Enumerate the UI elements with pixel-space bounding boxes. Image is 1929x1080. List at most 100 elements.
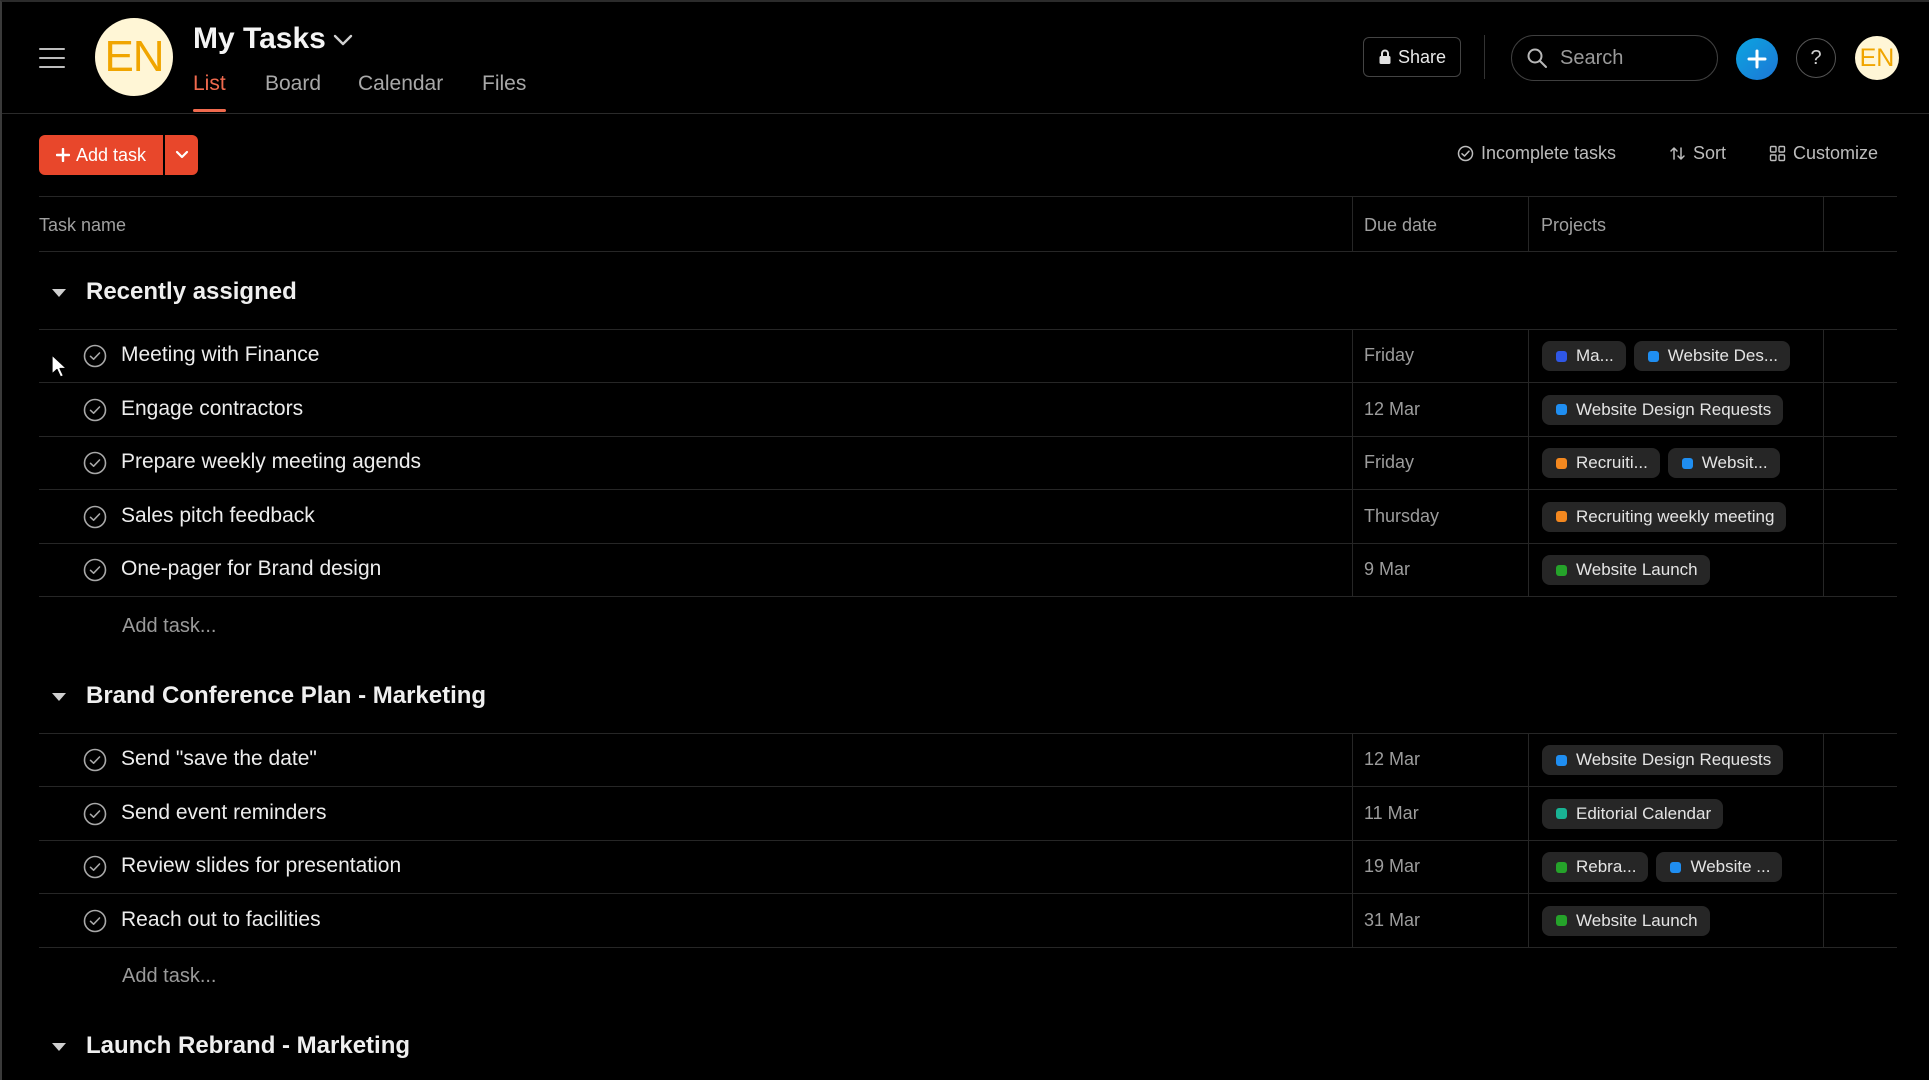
project-tag[interactable]: Recruiti... (1542, 448, 1660, 478)
complete-task-icon[interactable] (83, 855, 107, 879)
project-tag[interactable]: Website Launch (1542, 905, 1710, 936)
task-row[interactable]: Review slides for presentation 19 Mar Rebr… (39, 840, 1897, 894)
add-task-inline[interactable]: Add task... (122, 615, 217, 638)
add-task-inline[interactable]: Add task... (122, 965, 217, 988)
task-projects: Recruiting weekly meeting (1542, 501, 1787, 532)
task-row[interactable]: Prepare weekly meeting agends Friday Recru… (39, 436, 1897, 490)
chevron-down-icon[interactable] (332, 32, 354, 48)
task-name[interactable]: Prepare weekly meeting agends (121, 450, 421, 474)
mouse-pointer-icon (51, 354, 68, 378)
task-name[interactable]: Meeting with Finance (121, 343, 319, 367)
create-button[interactable] (1736, 38, 1778, 80)
task-projects: Recruiti... Websit... (1542, 448, 1780, 478)
table-top-border (39, 196, 1897, 197)
project-tag[interactable]: Ma... (1542, 341, 1626, 371)
complete-task-icon[interactable] (83, 398, 107, 422)
task-row[interactable]: Reach out to facilities 31 Mar Website Lau… (39, 894, 1897, 948)
grid-icon (1769, 145, 1786, 162)
tab-board[interactable]: Board (265, 72, 321, 96)
task-name[interactable]: Review slides for presentation (121, 854, 401, 878)
column-header-due-date[interactable]: Due date (1364, 215, 1437, 236)
project-tag[interactable]: Editorial Calendar (1542, 798, 1724, 829)
tab-list[interactable]: List (193, 72, 226, 112)
task-name[interactable]: Send "save the date" (121, 747, 317, 771)
task-name[interactable]: Engage contractors (121, 397, 303, 421)
tab-files[interactable]: Files (482, 72, 526, 96)
collapse-section-icon[interactable] (51, 287, 67, 299)
collapse-section-icon[interactable] (51, 1041, 67, 1053)
complete-task-icon[interactable] (83, 748, 107, 772)
section-title[interactable]: Launch Rebrand - Marketing (86, 1032, 410, 1060)
project-tag-label: Website Des... (1667, 346, 1779, 365)
task-row[interactable]: One-pager for Brand design 9 Mar Website L… (39, 543, 1897, 597)
sort-button[interactable]: Sort (1669, 143, 1726, 164)
column-header-projects[interactable]: Projects (1541, 215, 1606, 236)
task-row[interactable]: Send event reminders 11 Mar Editorial Cale… (39, 787, 1897, 841)
complete-task-icon[interactable] (83, 802, 107, 826)
task-due-date[interactable]: Friday (1364, 452, 1414, 473)
task-row[interactable]: Sales pitch feedback Thursday Recruiting w… (39, 490, 1897, 544)
plus-icon (55, 148, 70, 162)
plus-icon (1747, 49, 1767, 69)
hamburger-menu-icon[interactable] (39, 48, 65, 70)
task-due-date[interactable]: 9 Mar (1364, 559, 1410, 580)
project-tag-label: Website Design Requests (1576, 750, 1772, 769)
project-color-dot (1556, 808, 1567, 819)
add-task-button[interactable]: Add task (39, 135, 163, 175)
user-avatar[interactable]: EN (1855, 36, 1899, 80)
project-color-dot (1647, 350, 1659, 362)
task-row[interactable]: Engage contractors 12 Mar Website Design R… (39, 383, 1897, 437)
add-task-dropdown-button[interactable] (165, 135, 198, 175)
project-color-dot (1556, 564, 1567, 576)
incomplete-tasks-filter[interactable]: Incomplete tasks (1457, 143, 1616, 164)
project-tag[interactable]: Websit... (1667, 448, 1780, 478)
sort-icon (1670, 147, 1685, 160)
project-tag[interactable]: Recruiting weekly meeting (1542, 501, 1787, 532)
task-due-date[interactable]: 11 Mar (1364, 803, 1419, 824)
search-input[interactable]: Search (1511, 35, 1718, 81)
column-header-task-name[interactable]: Task name (39, 215, 126, 236)
help-button[interactable]: ? (1796, 38, 1836, 78)
task-due-date[interactable]: 12 Mar (1364, 399, 1420, 420)
project-color-dot (1556, 754, 1567, 766)
project-tag[interactable]: Website Launch (1542, 555, 1710, 585)
share-label: Share (1397, 46, 1447, 67)
section-title[interactable]: Recently assigned (86, 278, 297, 306)
project-tag[interactable]: Website Design Requests (1542, 745, 1784, 775)
task-due-date[interactable]: 19 Mar (1364, 856, 1420, 877)
task-due-date[interactable]: Friday (1364, 345, 1414, 366)
project-tag[interactable]: Website Des... (1633, 341, 1791, 371)
search-placeholder: Search (1560, 46, 1624, 69)
check-circle-icon (1457, 145, 1474, 162)
complete-task-icon[interactable] (83, 505, 107, 529)
task-due-date[interactable]: 31 Mar (1364, 910, 1420, 931)
share-button[interactable]: Share (1363, 37, 1461, 77)
task-due-date[interactable]: 12 Mar (1364, 749, 1420, 770)
customize-button[interactable]: Customize (1769, 143, 1878, 164)
task-name[interactable]: One-pager for Brand design (121, 557, 381, 581)
complete-task-icon[interactable] (83, 909, 107, 933)
task-projects: Ma... Website Des... (1542, 341, 1791, 371)
page-title: My Tasks (193, 22, 326, 55)
project-tag-label: Website Launch (1576, 910, 1698, 930)
complete-task-icon[interactable] (83, 344, 107, 368)
task-projects: Website Design Requests (1542, 394, 1784, 425)
task-name[interactable]: Send event reminders (121, 801, 326, 825)
section-title[interactable]: Brand Conference Plan - Marketing (86, 682, 486, 710)
page-header: EN My Tasks List Board Calendar Files Sh… (2, 2, 1929, 114)
task-row[interactable]: Meeting with Finance Friday Ma... Website D… (39, 329, 1897, 383)
task-name[interactable]: Sales pitch feedback (121, 504, 315, 528)
project-tag[interactable]: Website ... (1656, 852, 1783, 882)
project-tag-label: Rebra... (1576, 857, 1637, 876)
project-tag[interactable]: Website Design Requests (1542, 394, 1784, 425)
task-name[interactable]: Reach out to facilities (121, 908, 321, 932)
tab-calendar[interactable]: Calendar (358, 72, 443, 96)
task-row[interactable]: Send "save the date" 12 Mar Website Design… (39, 733, 1897, 787)
complete-task-icon[interactable] (83, 558, 107, 582)
complete-task-icon[interactable] (83, 451, 107, 475)
app-window: EN My Tasks List Board Calendar Files Sh… (0, 0, 1929, 1080)
task-due-date[interactable]: Thursday (1364, 506, 1439, 527)
project-tag-label: Websit... (1701, 453, 1768, 472)
collapse-section-icon[interactable] (51, 691, 67, 703)
project-tag[interactable]: Rebra... (1542, 852, 1649, 882)
